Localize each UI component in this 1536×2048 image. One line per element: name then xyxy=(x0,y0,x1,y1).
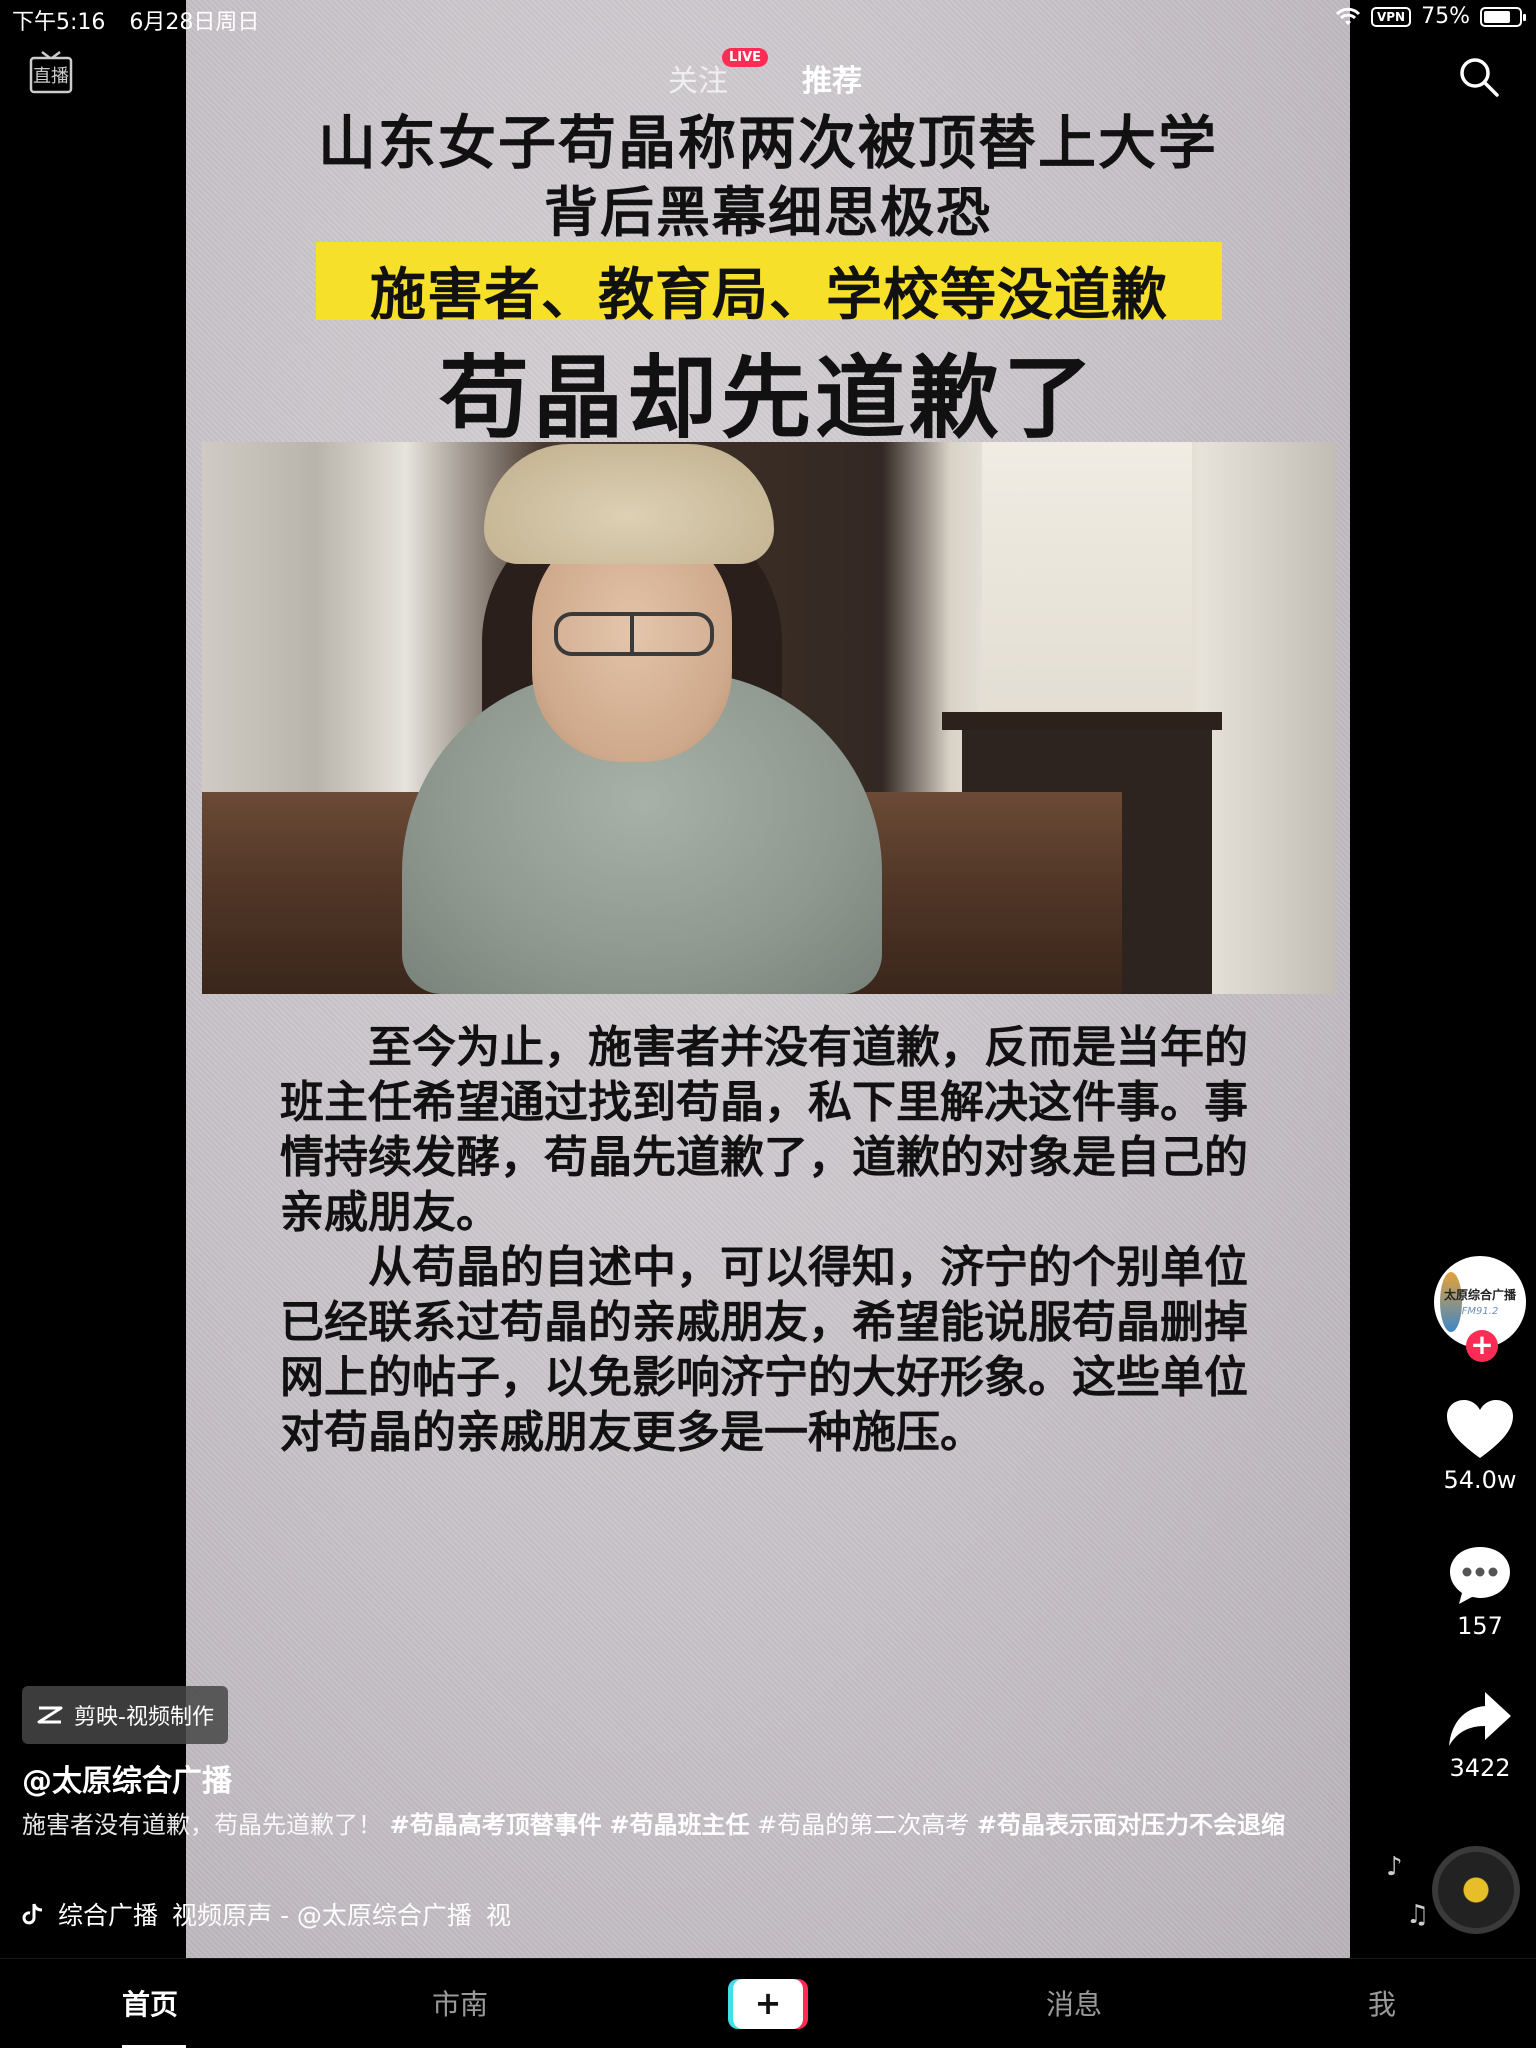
share-action[interactable]: 3422 xyxy=(1432,1690,1528,1782)
music-disc[interactable] xyxy=(1432,1846,1520,1934)
capcut-chip[interactable]: 剪映-视频制作 xyxy=(22,1686,228,1744)
bottom-tab-bar: 首页 市南 + 消息 我 xyxy=(0,1958,1536,2048)
comment-action[interactable]: 157 xyxy=(1432,1544,1528,1640)
video-player[interactable]: 山东女子苟晶称两次被顶替上大学 背后黑幕细思极恐 施害者、教育局、学校等没道歉 … xyxy=(186,0,1350,2048)
like-action[interactable]: 54.0w xyxy=(1432,1398,1528,1494)
comment-count: 157 xyxy=(1457,1612,1503,1640)
video-photo xyxy=(202,442,1336,994)
video-article-text: 至今为止，施害者并没有道歉，反而是当年的班主任希望通过找到苟晶，私下里解决这件事… xyxy=(280,1020,1256,1460)
sound-line[interactable]: 综合广播 视频原声 - @太原综合广播 视 xyxy=(22,1896,511,1932)
follow-button[interactable]: + xyxy=(1466,1330,1498,1362)
photo-shelf xyxy=(942,712,1222,730)
article-paragraph-2: 从苟晶的自述中，可以得知，济宁的个别单位已经联系过苟晶的亲戚朋友，希望能说服苟晶… xyxy=(280,1242,1248,1458)
tab-recommend[interactable]: 推荐 xyxy=(802,56,862,100)
comment-icon xyxy=(1450,1547,1510,1604)
live-tv-text: 直播 xyxy=(33,66,69,87)
create-plus-icon: + xyxy=(733,1979,803,2029)
like-count: 54.0w xyxy=(1443,1466,1517,1494)
video-headline-2: 背后黑幕细思极恐 xyxy=(544,181,992,244)
hashtag-2[interactable]: #苟晶班主任 xyxy=(609,1811,749,1839)
caption-text: 施害者没有道歉，苟晶先道歉了！ xyxy=(22,1811,382,1839)
share-icon xyxy=(1449,1692,1511,1746)
tiktok-note-icon xyxy=(22,1903,43,1925)
author-name[interactable]: @太原综合广播 xyxy=(22,1756,232,1800)
avatar-frequency: FM91.2 xyxy=(1461,1306,1499,1317)
tab-city[interactable]: 市南 xyxy=(432,1983,488,2023)
article-paragraph-1: 至今为止，施害者并没有道歉，反而是当年的班主任希望通过找到苟晶，私下里解决这件事… xyxy=(280,1022,1248,1238)
tab-follow[interactable]: 关注 xyxy=(668,56,728,100)
live-tv-button[interactable]: 直播 xyxy=(28,50,74,96)
video-headline-4: 苟晶却先道歉了 xyxy=(439,346,1097,451)
capcut-icon xyxy=(37,1706,63,1724)
heart-icon xyxy=(1447,1400,1513,1458)
live-tv-icon: 直播 xyxy=(29,51,73,94)
battery-fill xyxy=(1484,10,1510,23)
sound-part-3: 视 xyxy=(485,1901,511,1930)
live-badge: LIVE xyxy=(722,48,769,67)
wifi-icon xyxy=(1335,7,1361,25)
author-avatar-wrap: 太原综合广播 FM91.2 + xyxy=(1434,1256,1526,1362)
sound-part-1: 综合广播 xyxy=(58,1901,159,1930)
status-bar: 下午5:16 6月28日周日 VPN 75% xyxy=(0,0,1536,36)
hashtag-1[interactable]: #苟晶高考顶替事件 xyxy=(390,1811,602,1839)
photo-hat xyxy=(484,444,774,564)
music-notes-icon: ♪ ♫ xyxy=(1386,1852,1430,1930)
video-caption: 施害者没有道歉，苟晶先道歉了！ #苟晶高考顶替事件 #苟晶班主任 #苟晶的第二次… xyxy=(22,1808,1372,1842)
status-time: 下午5:16 xyxy=(12,10,106,35)
search-button[interactable] xyxy=(1458,56,1500,98)
vpn-badge: VPN xyxy=(1370,6,1412,27)
tab-me[interactable]: 我 xyxy=(1368,1983,1396,2023)
share-count: 3422 xyxy=(1449,1754,1511,1782)
tab-messages[interactable]: 消息 xyxy=(1046,1983,1102,2023)
video-headline-3: 施害者、教育局、学校等没道歉 xyxy=(370,263,1168,328)
avatar-name: 太原综合广播 xyxy=(1443,1288,1516,1302)
status-indicators: VPN 75% xyxy=(1335,4,1526,29)
tab-home[interactable]: 首页 xyxy=(122,1983,178,2023)
hashtag-3[interactable]: #苟晶的第二次高考 xyxy=(757,1811,969,1839)
battery-icon xyxy=(1480,6,1526,27)
photo-glasses xyxy=(554,612,714,656)
search-icon xyxy=(1460,58,1499,97)
status-date: 6月28日周日 xyxy=(129,10,260,35)
status-time-date: 下午5:16 6月28日周日 xyxy=(12,4,283,36)
create-button[interactable]: + xyxy=(728,1979,808,2029)
hashtag-4[interactable]: #苟晶表示面对压力不会退缩 xyxy=(977,1811,1285,1839)
battery-percent: 75% xyxy=(1421,4,1470,29)
sound-part-2: 视频原声 - @太原综合广播 xyxy=(172,1901,472,1930)
capcut-label: 剪映-视频制作 xyxy=(74,1705,214,1730)
action-bar: 太原综合广播 FM91.2 + 54.0w 157 3422 xyxy=(1432,1256,1528,1782)
